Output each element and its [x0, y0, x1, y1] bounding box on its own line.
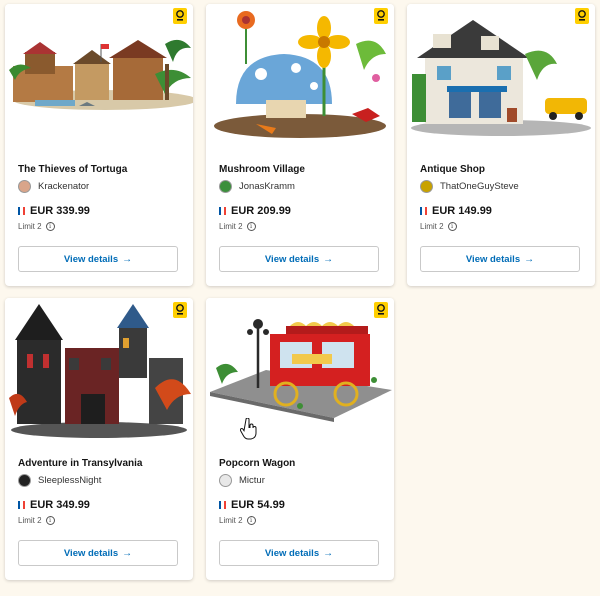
- creator-name[interactable]: ThatOneGuySteve: [440, 181, 519, 192]
- info-icon[interactable]: i: [45, 222, 55, 231]
- arrow-right-icon: →: [524, 253, 535, 265]
- creator-info[interactable]: JonasKramm: [219, 178, 295, 194]
- price: EUR 149.99: [432, 205, 492, 217]
- product-title[interactable]: Adventure in Transylvania: [18, 458, 143, 469]
- france-flag-icon: [18, 207, 25, 215]
- button-label: View details: [63, 547, 119, 559]
- price-row: EUR 54.99: [219, 499, 285, 511]
- limit-row: Limit 2 i: [18, 516, 55, 525]
- avatar: [219, 179, 232, 193]
- info-icon[interactable]: i: [45, 516, 55, 525]
- price: EUR 339.99: [30, 205, 90, 217]
- limit-text: Limit 2: [219, 222, 243, 231]
- product-title[interactable]: Mushroom Village: [219, 164, 305, 175]
- arrow-right-icon: →: [323, 253, 334, 265]
- france-flag-icon: [18, 501, 25, 509]
- button-label: View details: [63, 253, 119, 265]
- view-details-button[interactable]: View details →: [420, 246, 580, 272]
- bookmark-badge-icon[interactable]: [575, 8, 589, 24]
- avatar: [219, 473, 232, 487]
- limit-text: Limit 2: [18, 516, 42, 525]
- product-card[interactable]: Mushroom Village JonasKramm EUR 209.99 L…: [206, 4, 394, 286]
- france-flag-icon: [219, 207, 226, 215]
- limit-row: Limit 2 i: [219, 222, 256, 231]
- arrow-right-icon: →: [122, 253, 133, 265]
- creator-info[interactable]: Krackenator: [18, 178, 89, 194]
- price-row: EUR 339.99: [18, 205, 90, 217]
- button-label: View details: [264, 547, 320, 559]
- france-flag-icon: [420, 207, 427, 215]
- view-details-button[interactable]: View details →: [18, 540, 178, 566]
- price: EUR 209.99: [231, 205, 291, 217]
- info-icon[interactable]: i: [246, 222, 256, 231]
- limit-row: Limit 2 i: [18, 222, 55, 231]
- price-row: EUR 149.99: [420, 205, 492, 217]
- creator-info[interactable]: SleeplessNight: [18, 472, 101, 488]
- limit-text: Limit 2: [219, 516, 243, 525]
- creator-name[interactable]: Krackenator: [38, 181, 89, 192]
- view-details-button[interactable]: View details →: [219, 246, 379, 272]
- limit-row: Limit 2 i: [219, 516, 256, 525]
- info-icon[interactable]: i: [246, 516, 256, 525]
- view-details-button[interactable]: View details →: [18, 246, 178, 272]
- price-row: EUR 349.99: [18, 499, 90, 511]
- castle-image[interactable]: [5, 298, 193, 444]
- price: EUR 349.99: [30, 499, 90, 511]
- limit-row: Limit 2 i: [420, 222, 457, 231]
- creator-name[interactable]: Mictur: [239, 475, 265, 486]
- avatar: [420, 179, 433, 193]
- creator-name[interactable]: SleeplessNight: [38, 475, 101, 486]
- france-flag-icon: [219, 501, 226, 509]
- info-icon[interactable]: i: [447, 222, 457, 231]
- arrow-right-icon: →: [122, 547, 133, 559]
- price-row: EUR 209.99: [219, 205, 291, 217]
- button-label: View details: [465, 253, 521, 265]
- creator-info[interactable]: ThatOneGuySteve: [420, 178, 519, 194]
- popcorn-wagon-image[interactable]: [206, 298, 394, 444]
- pirate-island-image[interactable]: [5, 4, 193, 150]
- product-card[interactable]: Popcorn Wagon Mictur EUR 54.99 Limit 2 i…: [206, 298, 394, 580]
- hand-cursor-icon: [239, 417, 258, 440]
- creator-info[interactable]: Mictur: [219, 472, 265, 488]
- mushroom-village-image[interactable]: [206, 4, 394, 150]
- product-card[interactable]: The Thieves of Tortuga Krackenator EUR 3…: [5, 4, 193, 286]
- avatar: [18, 473, 31, 487]
- button-label: View details: [264, 253, 320, 265]
- bookmark-badge-icon[interactable]: [173, 302, 187, 318]
- product-card[interactable]: Antique Shop ThatOneGuySteve EUR 149.99 …: [407, 4, 595, 286]
- product-title[interactable]: Antique Shop: [420, 164, 485, 175]
- antique-shop-image[interactable]: [407, 4, 595, 150]
- creator-name[interactable]: JonasKramm: [239, 181, 295, 192]
- price: EUR 54.99: [231, 499, 285, 511]
- bookmark-badge-icon[interactable]: [374, 8, 388, 24]
- limit-text: Limit 2: [18, 222, 42, 231]
- bookmark-badge-icon[interactable]: [374, 302, 388, 318]
- product-title[interactable]: Popcorn Wagon: [219, 458, 295, 469]
- view-details-button[interactable]: View details →: [219, 540, 379, 566]
- product-title[interactable]: The Thieves of Tortuga: [18, 164, 127, 175]
- arrow-right-icon: →: [323, 547, 334, 559]
- product-card[interactable]: Adventure in Transylvania SleeplessNight…: [5, 298, 193, 580]
- limit-text: Limit 2: [420, 222, 444, 231]
- avatar: [18, 179, 31, 193]
- bookmark-badge-icon[interactable]: [173, 8, 187, 24]
